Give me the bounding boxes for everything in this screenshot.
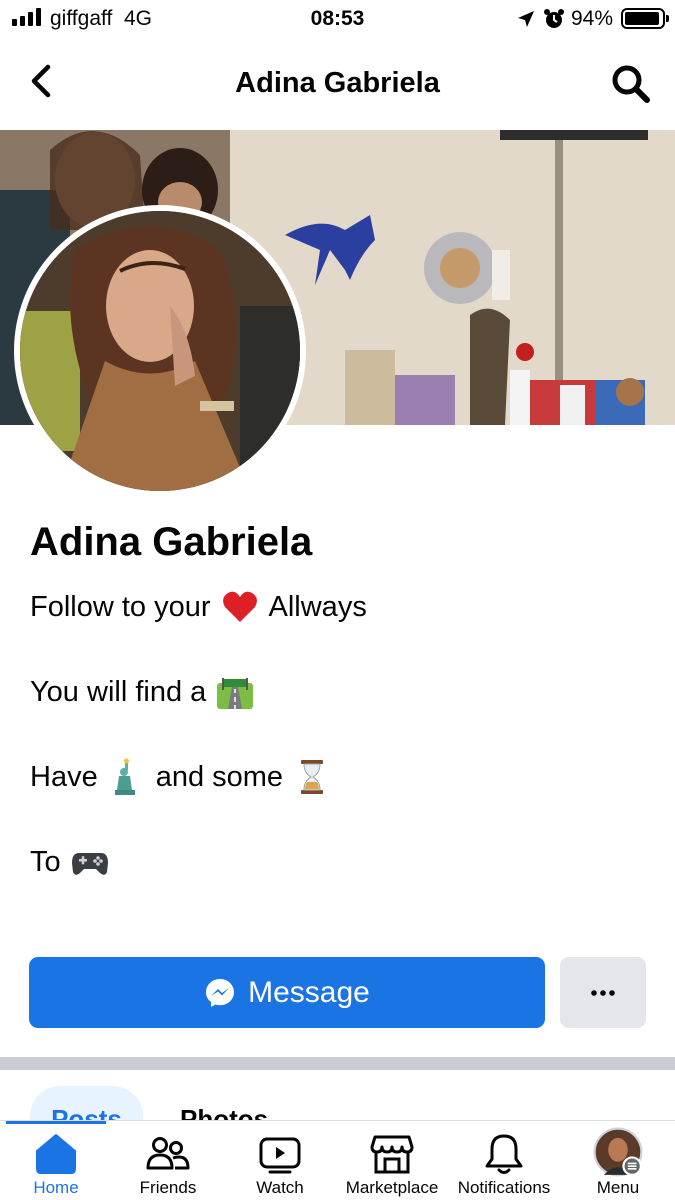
bio-text: To [30,845,61,878]
watch-icon [259,1137,301,1174]
hourglass-icon [293,758,331,796]
messenger-icon [206,978,235,1007]
nav-label: Marketplace [345,1178,439,1197]
bio-line: Have and some [30,758,341,796]
statue-of-liberty-icon [108,758,146,796]
red-heart-icon [221,588,259,626]
bio-line: Follow to your Allways [30,588,367,626]
search-button[interactable] [608,61,654,107]
nav-label: Friends [139,1178,197,1197]
home-icon [36,1134,76,1174]
tab-posts[interactable]: Posts [30,1086,143,1120]
battery-percent: 94% [571,7,614,30]
nav-label: Notifications [457,1178,551,1197]
nav-friends[interactable]: Friends [112,1121,224,1200]
nav-marketplace[interactable]: Marketplace [336,1121,448,1200]
menu-avatar-icon [593,1127,643,1177]
nav-notifications[interactable]: Notifications [448,1121,560,1200]
bio-text: and some [155,760,284,793]
profile-avatar[interactable] [14,205,306,497]
bio-text: You will find a [30,675,207,708]
profile-tabs: Posts Photos [0,1070,675,1120]
motorway-icon [216,673,254,711]
message-button-label: Message [248,975,370,1009]
bio-text: Have [30,760,98,793]
more-options-button[interactable] [560,957,646,1028]
bio-text: Follow to your [30,590,211,623]
bio-line: You will find a [30,673,264,711]
battery-icon [621,8,669,29]
profile-name: Adina Gabriela [30,520,313,564]
message-button[interactable]: Message [29,957,545,1028]
status-bar: giffgaff 4G 08:53 94% [0,0,675,40]
alarm-clock-icon [544,9,564,28]
nav-label: Menu [596,1178,640,1197]
bio-text: Allways [268,590,367,623]
nav-label: Watch [256,1178,304,1197]
location-arrow-icon [518,11,534,27]
header-title: Adina Gabriela [235,67,440,99]
nav-home[interactable]: Home [0,1121,112,1200]
bottom-navigation: Home Friends Watch Marketplace Notificat… [0,1120,675,1200]
section-divider [0,1057,675,1070]
nav-watch[interactable]: Watch [224,1121,336,1200]
tab-photos[interactable]: Photos [180,1104,268,1120]
more-dots-icon [591,989,615,996]
nav-label: Home [33,1178,79,1197]
nav-menu[interactable]: Menu [562,1121,674,1200]
bell-icon [485,1134,523,1174]
profile-header: Adina Gabriela [0,45,675,120]
friends-icon [146,1137,190,1170]
bio-line: To [30,843,119,881]
video-game-controller-icon [71,843,109,881]
search-icon [612,65,650,103]
marketplace-icon [370,1135,414,1174]
